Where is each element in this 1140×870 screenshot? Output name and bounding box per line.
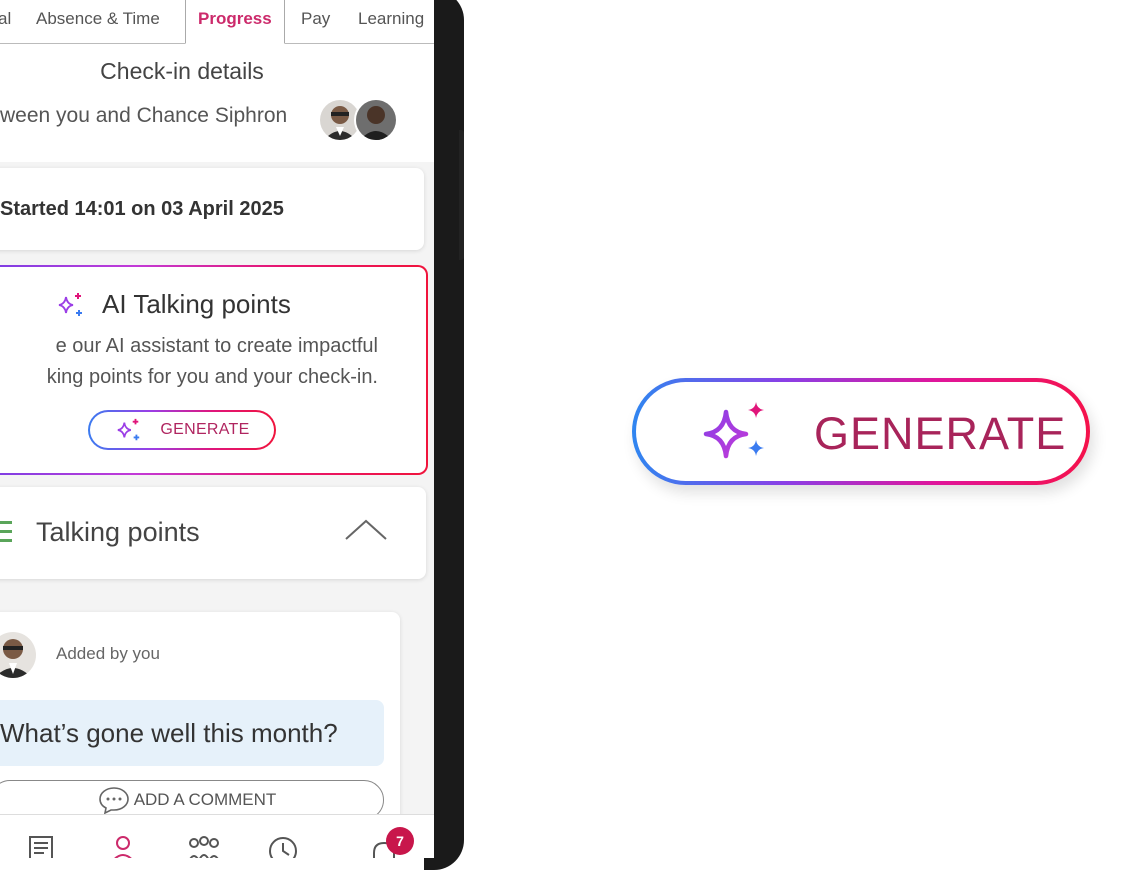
- talking-points-title: Talking points: [36, 517, 200, 547]
- ai-desc-line-1: e our AI assistant to create impactful: [55, 335, 378, 357]
- sparkle-icon: [118, 418, 140, 441]
- ai-card-title-text: AI Talking points: [102, 289, 291, 319]
- clock-icon[interactable]: [265, 833, 301, 858]
- phone-screen: al Absence & Time Progress Pay Learning …: [0, 0, 434, 858]
- team-icon[interactable]: [186, 833, 222, 858]
- list-icon: [0, 521, 14, 545]
- generate-button-large[interactable]: GENERATE: [632, 378, 1090, 485]
- tab-progress[interactable]: Progress: [185, 0, 285, 44]
- talking-point-item: Added by you What’s gone well this month…: [0, 612, 400, 822]
- sparkle-icon: [703, 402, 764, 459]
- ai-card-title: AI Talking points: [56, 289, 291, 320]
- tab-bar: al Absence & Time Progress Pay Learning: [0, 0, 434, 44]
- comment-icon: [98, 787, 129, 814]
- tab-absence-time[interactable]: Absence & Time: [36, 0, 160, 42]
- ai-desc-line-2: king points for you and your check-in.: [46, 366, 378, 388]
- sparkle-icon: [58, 292, 82, 316]
- participant-avatars: [318, 98, 404, 142]
- news-icon[interactable]: [24, 833, 60, 858]
- notification-badge: 7: [386, 827, 414, 855]
- tab-pay[interactable]: Pay: [301, 0, 330, 42]
- question-text: What’s gone well this month?: [0, 718, 338, 748]
- chevron-up-icon[interactable]: [343, 517, 389, 543]
- phone-side-button: [459, 130, 464, 260]
- add-comment-label: ADD A COMMENT: [133, 790, 277, 809]
- avatar: [0, 632, 36, 678]
- generate-button-large-label: GENERATE: [814, 408, 1067, 459]
- talking-point-question: What’s gone well this month?: [0, 700, 384, 766]
- started-card: Started 14:01 on 03 April 2025: [0, 168, 424, 250]
- generate-button-label: GENERATE: [160, 421, 250, 438]
- started-timestamp: Started 14:01 on 03 April 2025: [0, 198, 284, 220]
- ai-card-description: e our AI assistant to create impactful k…: [0, 331, 378, 393]
- added-by-text: Added by you: [56, 644, 160, 663]
- ai-talking-points-card: AI Talking points e our AI assistant to …: [0, 265, 428, 475]
- checkin-header: Check-in details ween you and Chance Sip…: [0, 44, 434, 162]
- bottom-navigation: [0, 814, 434, 858]
- tab-personal[interactable]: al: [0, 0, 11, 42]
- talking-points-header[interactable]: Talking points: [0, 487, 426, 579]
- tab-learning[interactable]: Learning: [358, 0, 424, 42]
- generate-button[interactable]: GENERATE: [88, 410, 276, 450]
- page-title: Check-in details: [100, 58, 264, 84]
- profile-icon[interactable]: [105, 833, 141, 858]
- avatar: [354, 98, 398, 142]
- participants-text: ween you and Chance Siphron: [0, 104, 288, 127]
